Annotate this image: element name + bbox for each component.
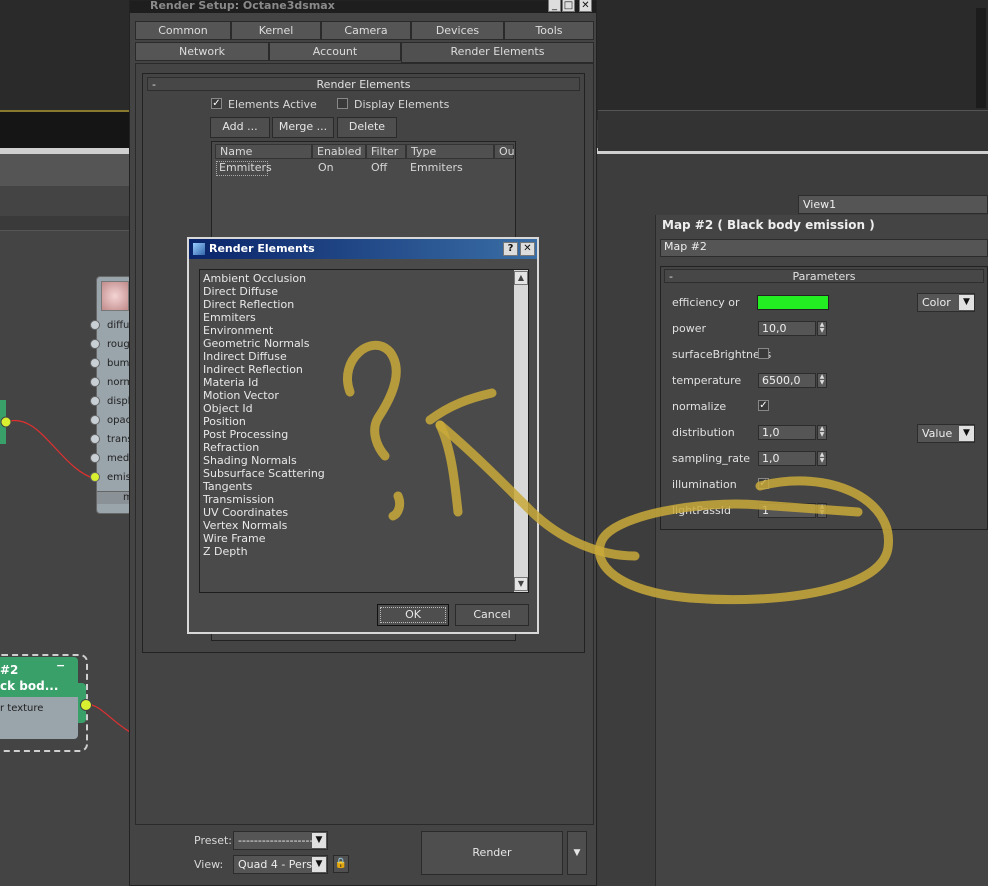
question-mark-curve: [343, 340, 401, 461]
question-mark-dot: [388, 491, 405, 521]
circle-annotation: [594, 476, 893, 605]
hand-drawn-annotation: [343, 340, 893, 605]
arrow-head-upper: [425, 388, 497, 425]
